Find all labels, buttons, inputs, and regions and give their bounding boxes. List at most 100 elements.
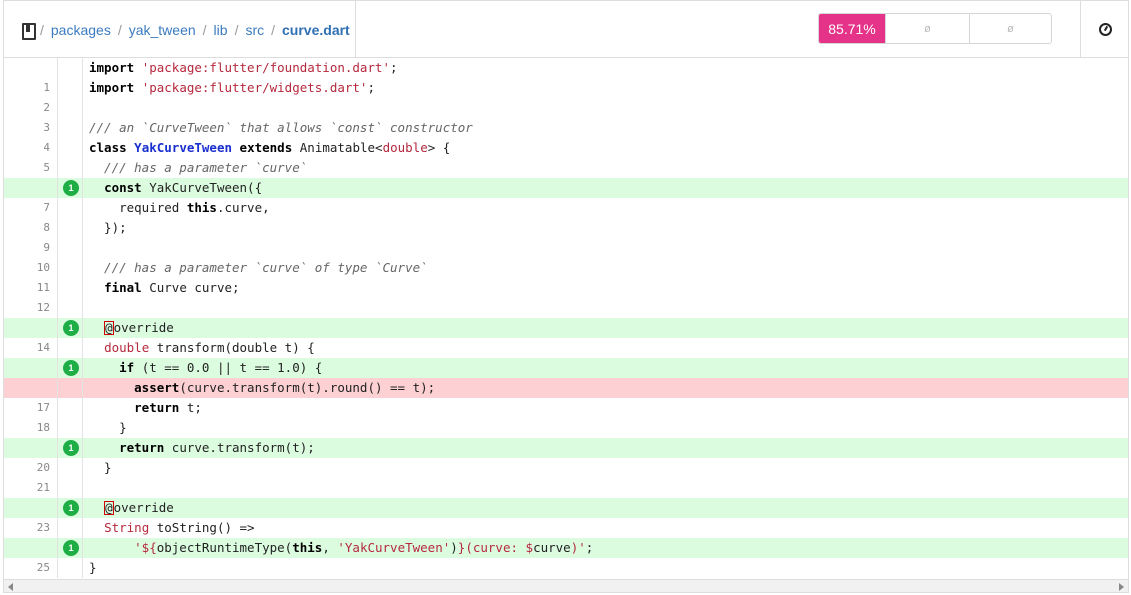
coverage-gutter	[57, 258, 83, 278]
coverage-gutter	[57, 138, 83, 158]
coverage-gutter: 1	[57, 178, 83, 198]
code-line: 14 1 @override	[4, 318, 1128, 354]
coverage-gutter	[57, 98, 83, 118]
file-header: / packages / yak_tween / lib / src / cur…	[3, 0, 1129, 58]
coverage-gutter: 1	[57, 438, 83, 458]
code-line: 8 required this.curve,	[4, 198, 1128, 234]
breadcrumb-current-file: curve.dart	[282, 21, 350, 38]
coverage-gutter	[57, 78, 83, 98]
code-line: 11 /// has a parameter `curve` of type `…	[4, 258, 1128, 294]
line-source: @override	[104, 500, 174, 515]
coverage-summary: 85.71% ø ø	[818, 13, 1052, 44]
coverage-percent: 85.71%	[819, 14, 885, 43]
coverage-diff: ø	[885, 14, 969, 43]
line-source: if (t == 0.0 || t == 1.0) {	[119, 360, 323, 375]
scroll-right-icon[interactable]	[1119, 583, 1124, 591]
breadcrumb-link-packages[interactable]: packages	[51, 22, 111, 38]
code-line: 12 final Curve curve;	[4, 278, 1128, 314]
coverage-gutter: 1	[57, 318, 83, 338]
coverage-gutter	[57, 458, 83, 478]
coverage-gutter	[57, 558, 83, 578]
code-line: 19 }	[4, 418, 1128, 454]
gauge-icon[interactable]	[1099, 23, 1112, 36]
breadcrumb-separator: /	[40, 21, 44, 38]
line-source: return t;	[134, 400, 202, 415]
code-line: 5 class YakCurveTween extends Animatable…	[4, 138, 1128, 174]
code-line: 4 /// an `CurveTween` that allows `const…	[4, 118, 1128, 154]
code-line: 16 1 if (t == 0.0 || t == 1.0) {	[4, 358, 1128, 394]
line-source: import 'package:flutter/widgets.dart';	[89, 80, 375, 95]
coverage-gutter	[57, 58, 83, 78]
breadcrumb-separator: /	[202, 21, 207, 38]
coverage-gutter	[57, 158, 83, 178]
line-source: class YakCurveTween extends Animatable<d…	[89, 140, 451, 155]
coverage-change: ø	[969, 14, 1051, 43]
hit-count-badge[interactable]: 1	[63, 360, 79, 376]
coverage-gutter	[57, 218, 83, 238]
line-source: required this.curve,	[89, 200, 270, 215]
repo-icon[interactable]	[22, 22, 36, 40]
code-line: 22	[4, 478, 1128, 514]
coverage-gutter	[57, 118, 83, 138]
breadcrumb: / packages / yak_tween / lib / src / cur…	[4, 1, 356, 58]
code-line: 1 import 'package:flutter/foundation.dar…	[4, 58, 1128, 94]
breadcrumb-link-src[interactable]: src	[245, 22, 264, 38]
line-source: }	[89, 420, 127, 435]
line-source: /// an `CurveTween` that allows `const` …	[89, 120, 473, 135]
breadcrumb-separator: /	[117, 21, 122, 38]
coverage-gutter: 1	[57, 498, 83, 518]
line-source: /// has a parameter `curve` of type `Cur…	[89, 260, 428, 275]
code-line: 17 assert(curve.transform(t).round() == …	[4, 378, 1128, 414]
coverage-gutter: 1	[57, 538, 83, 558]
code-line: 10	[4, 238, 1128, 274]
code-line: 9 });	[4, 218, 1128, 254]
code-line: 13	[4, 298, 1128, 334]
line-source: }	[89, 460, 112, 475]
hit-count-badge[interactable]: 1	[63, 180, 79, 196]
hit-count-badge[interactable]: 1	[63, 540, 79, 556]
line-source: final Curve curve;	[104, 280, 240, 295]
code-line: 3	[4, 98, 1128, 134]
code-view: 1 import 'package:flutter/foundation.dar…	[3, 58, 1129, 594]
line-source: assert(curve.transform(t).round() == t);	[134, 380, 436, 395]
code-line: 21 }	[4, 458, 1128, 494]
hit-count-badge[interactable]: 1	[63, 320, 79, 336]
code-line: 15 double transform(double t) {	[4, 338, 1128, 374]
line-source: const YakCurveTween({	[104, 180, 263, 195]
line-source: /// has a parameter `curve`	[89, 160, 308, 175]
code-line: 26 }	[4, 558, 1128, 594]
breadcrumb-link-yak-tween[interactable]: yak_tween	[129, 22, 196, 38]
breadcrumb-separator: /	[234, 21, 239, 38]
line-source: return curve.transform(t);	[119, 440, 315, 455]
coverage-gutter	[57, 338, 83, 358]
code-line: 25 1 '${objectRuntimeType(this, 'YakCurv…	[4, 538, 1128, 574]
coverage-gutter	[57, 238, 83, 258]
hit-count-badge[interactable]: 1	[63, 440, 79, 456]
breadcrumb-separator: /	[271, 21, 276, 38]
code-line: 18 return t;	[4, 398, 1128, 434]
code-line: 6 /// has a parameter `curve`	[4, 158, 1128, 194]
hit-count-badge[interactable]: 1	[63, 500, 79, 516]
coverage-gutter	[57, 298, 83, 318]
line-source: '${objectRuntimeType(this, 'YakCurveTwee…	[134, 540, 594, 555]
coverage-gutter	[57, 418, 83, 438]
coverage-gutter	[57, 478, 83, 498]
coverage-toggle[interactable]	[1080, 1, 1130, 58]
line-source: });	[89, 220, 127, 235]
line-source: import 'package:flutter/foundation.dart'…	[89, 60, 398, 75]
line-source: }	[89, 560, 97, 575]
coverage-gutter	[57, 398, 83, 418]
coverage-gutter	[57, 198, 83, 218]
coverage-gutter	[57, 518, 83, 538]
horizontal-scrollbar[interactable]	[3, 579, 1129, 593]
coverage-gutter	[57, 278, 83, 298]
code-line: 24 String toString() =>	[4, 518, 1128, 554]
coverage-gutter	[57, 378, 83, 398]
line-source: @override	[104, 320, 174, 335]
scroll-left-icon[interactable]	[8, 583, 13, 591]
line-source: String toString() =>	[104, 520, 255, 535]
coverage-gutter: 1	[57, 358, 83, 378]
code-line: 7 1 const YakCurveTween({	[4, 178, 1128, 214]
code-line: 20 1 return curve.transform(t);	[4, 438, 1128, 474]
breadcrumb-link-lib[interactable]: lib	[214, 22, 228, 38]
